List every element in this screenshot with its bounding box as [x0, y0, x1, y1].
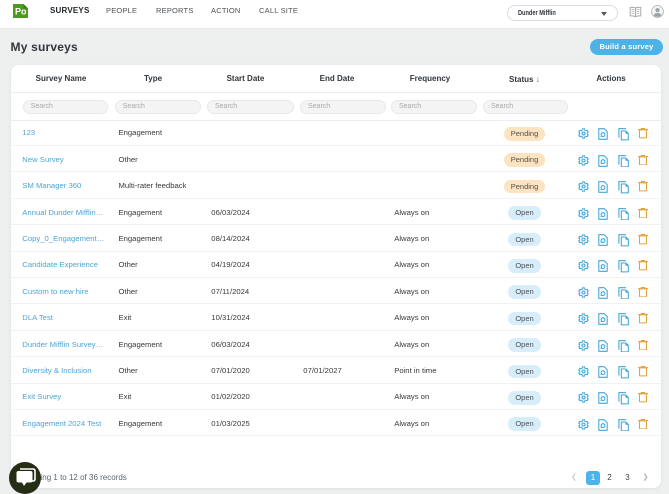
svg-text:Po: Po — [15, 6, 27, 16]
